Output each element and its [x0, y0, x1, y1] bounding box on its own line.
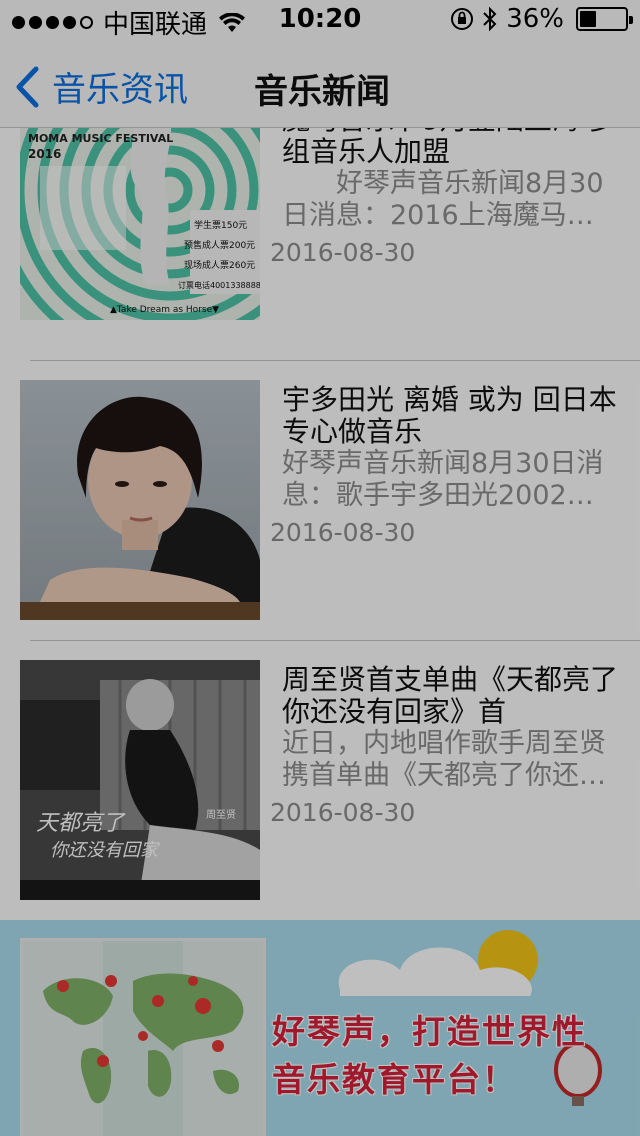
- battery-percent: 36%: [506, 4, 564, 34]
- status-bar: 中国联通 10:20 36%: [0, 0, 640, 40]
- summary-line: 携首单曲《天都亮了你还…: [282, 760, 606, 791]
- summary-line: 日消息：2016上海魔马…: [282, 200, 594, 231]
- summary-line: 近日，内地唱作歌手周至贤: [282, 728, 606, 759]
- album-art-text-1: 天都亮了: [36, 811, 126, 836]
- headline-line: 周至贤首支单曲《天都亮了: [282, 663, 619, 696]
- poster-phone: 订票电话4001338888: [178, 280, 260, 290]
- back-button[interactable]: 音乐资讯: [14, 62, 188, 111]
- news-item[interactable]: 宇多田光 离婚 或为 回日本 专心做音乐 好琴声音乐新闻8月30日消 息：歌手宇…: [0, 360, 640, 641]
- news-headline: 周至贤首支单曲《天都亮了 你还没有回家》首: [282, 664, 618, 728]
- news-headline: 宇多田光 离婚 或为 回日本 专心做音乐: [282, 384, 618, 448]
- poster-ticket-door: 现场成人票260元: [184, 259, 255, 271]
- news-item[interactable]: 天都亮了 你还没有回家 周至贤 周至贤首支单曲《天都亮了 你还没有回家》首 近日…: [0, 640, 640, 920]
- promo-banner[interactable]: 好琴声，打造世界性 音乐教育平台！: [0, 920, 640, 1136]
- news-summary: 好琴声音乐新闻8月30 日消息：2016上海魔马…: [282, 168, 618, 232]
- summary-line: 好琴声音乐新闻8月30: [282, 168, 604, 199]
- poster-ticket-student: 学生票150元: [194, 219, 247, 231]
- headline-line: 宇多田光 离婚 或为 回日本: [282, 383, 617, 416]
- poster-year: 2016: [28, 147, 61, 161]
- news-item[interactable]: MOMA MUSIC FESTIVAL 2016 学生票150元 预售成人票20…: [0, 128, 640, 361]
- headline-line: 组音乐人加盟: [282, 135, 451, 168]
- headline-line: 专心做音乐: [282, 415, 423, 448]
- poster-tagline: ▲Take Dream as Horse▼: [110, 305, 219, 315]
- back-label: 音乐资讯: [52, 70, 188, 110]
- battery-icon: [576, 7, 633, 31]
- album-art-text-2: 你还没有回家: [50, 840, 160, 861]
- summary-line: 息：歌手宇多田光2002…: [282, 480, 594, 511]
- chevron-left-icon: [16, 66, 39, 107]
- news-summary: 近日，内地唱作歌手周至贤 携首单曲《天都亮了你还…: [282, 728, 618, 792]
- page-title: 音乐新闻: [254, 72, 390, 112]
- album-cover-thumbnail: 天都亮了 你还没有回家 周至贤: [20, 660, 260, 900]
- news-date: 2016-08-30: [270, 518, 416, 547]
- poster-ticket-presale: 预售成人票200元: [184, 239, 255, 251]
- headline-line: 你还没有回家》首: [282, 695, 507, 728]
- navigation-bar: 音乐资讯 音乐新闻: [0, 40, 640, 128]
- album-art-artist: 周至贤: [206, 809, 236, 821]
- festival-poster-thumbnail: MOMA MUSIC FESTIVAL 2016 学生票150元 预售成人票20…: [20, 128, 260, 320]
- poster-festival-name: MOMA MUSIC FESTIVAL: [28, 132, 173, 145]
- news-date: 2016-08-30: [270, 798, 416, 827]
- banner-slogan: 好琴声，打造世界性 音乐教育平台！: [272, 1008, 587, 1104]
- slogan-line: 音乐教育平台！: [272, 1060, 517, 1099]
- phone-screen: 中国联通 10:20 36% 音乐资讯 音乐新闻 MOMA MUSIC FEST…: [0, 0, 640, 1136]
- summary-line: 好琴声音乐新闻8月30日消: [282, 448, 604, 479]
- news-summary: 好琴声音乐新闻8月30日消 息：歌手宇多田光2002…: [282, 448, 618, 512]
- news-headline: 魔马音乐节9月登陆上海 多 组音乐人加盟: [282, 128, 618, 168]
- slogan-line: 好琴声，打造世界性: [272, 1012, 587, 1051]
- status-right: 36%: [450, 4, 633, 34]
- bluetooth-icon: [483, 6, 497, 32]
- orientation-lock-icon: [451, 8, 474, 30]
- portrait-photo-thumbnail: [20, 380, 260, 620]
- news-date: 2016-08-30: [270, 238, 416, 267]
- news-list[interactable]: MOMA MUSIC FESTIVAL 2016 学生票150元 预售成人票20…: [0, 128, 640, 920]
- world-map-icon: [20, 938, 266, 1136]
